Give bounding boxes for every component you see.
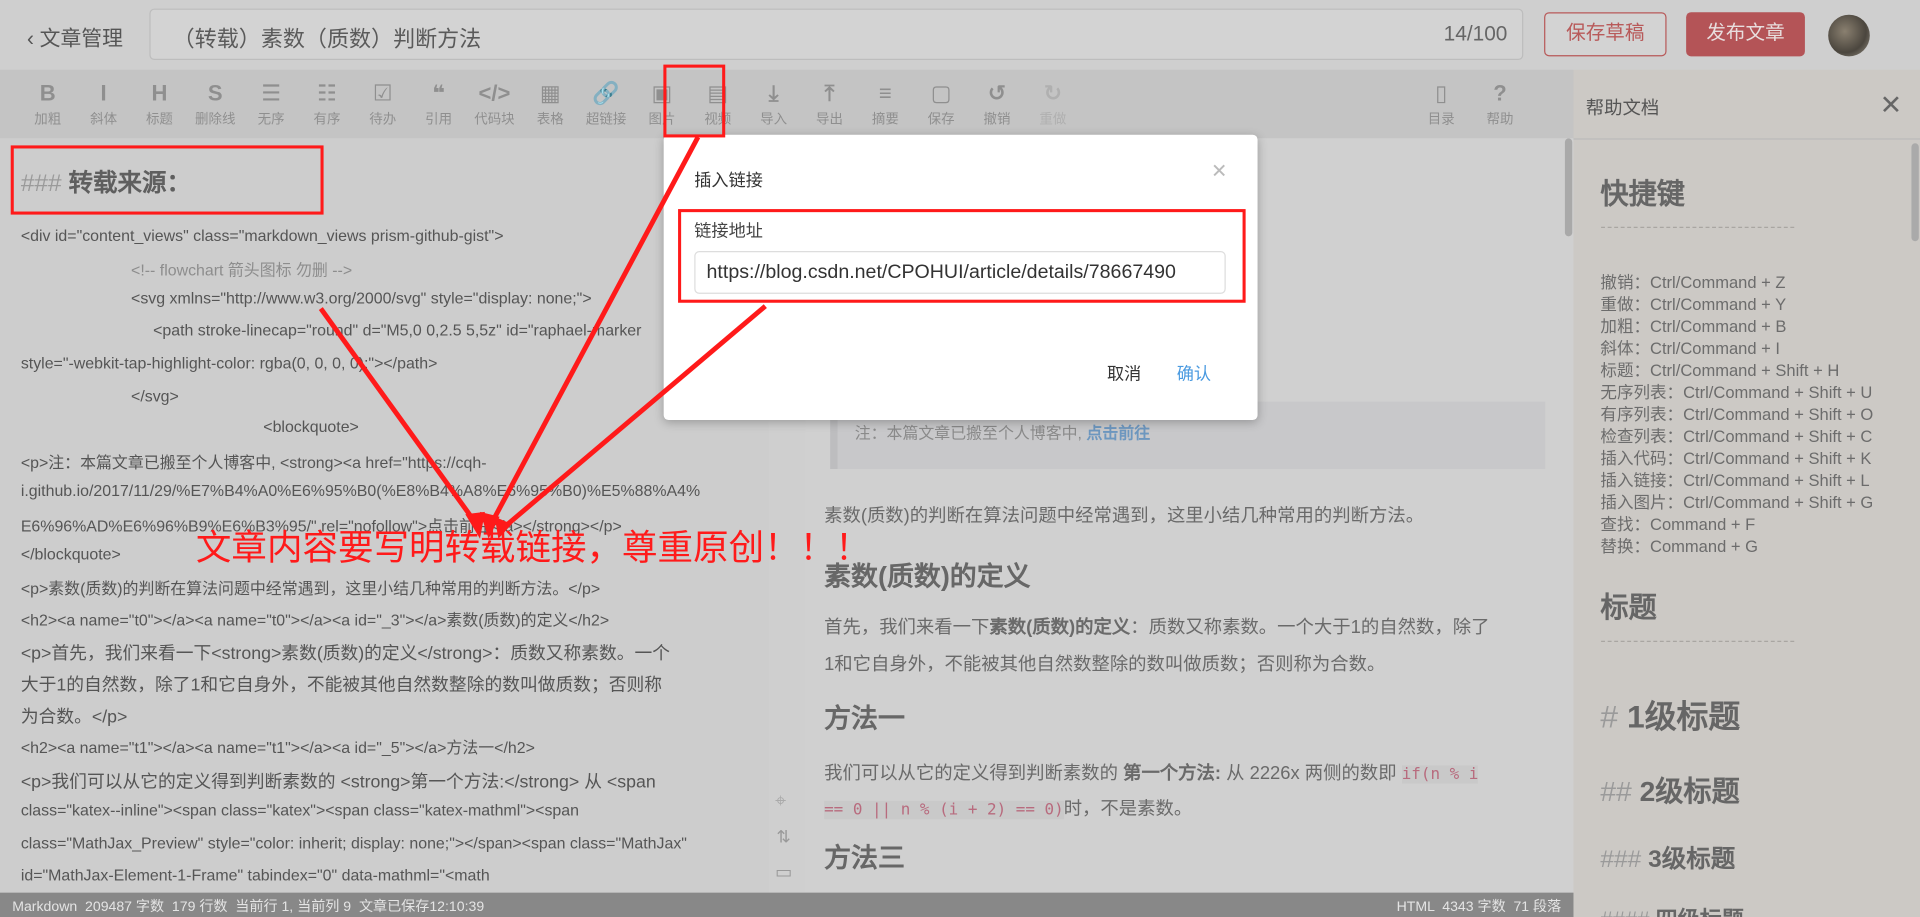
annotation-overlay	[10, 64, 1246, 539]
annotation-box-url	[678, 209, 1246, 303]
annotation-arrow	[487, 135, 701, 528]
annotation-box-link-button	[663, 64, 726, 138]
annotation-arrow	[500, 304, 767, 531]
annotation-arrow	[318, 307, 482, 531]
annotation-text: 文章内容要写明转载链接，尊重原创！！！	[195, 528, 871, 569]
annotation-box-source-heading	[10, 145, 324, 215]
